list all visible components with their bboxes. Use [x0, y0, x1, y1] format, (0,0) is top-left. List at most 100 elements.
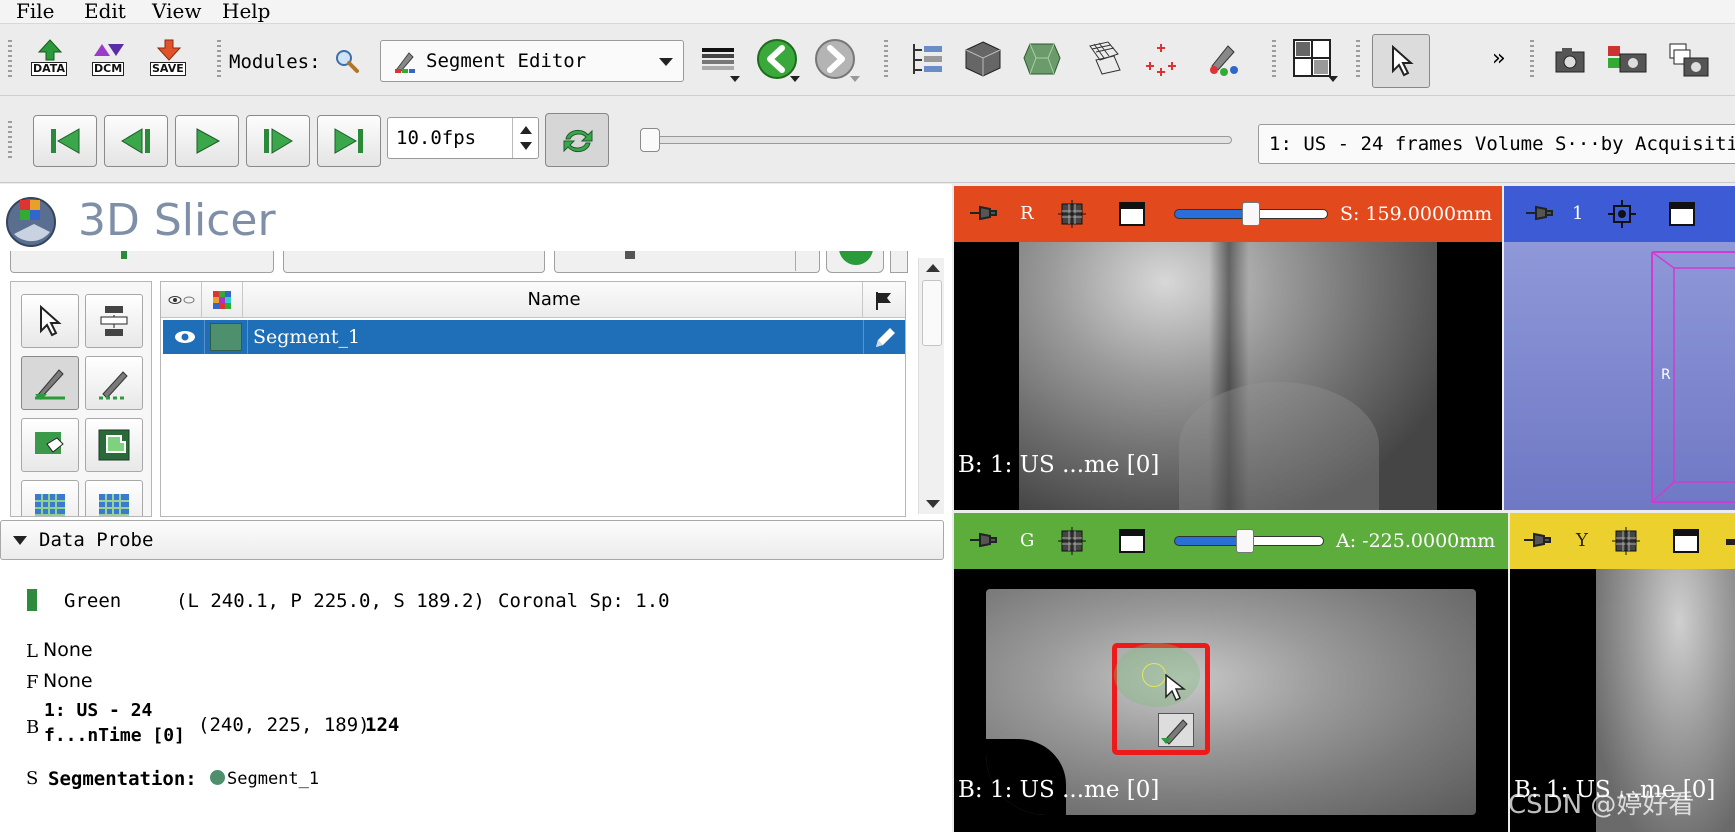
segment-name[interactable]: Segment_1	[253, 320, 360, 354]
spin-buttons[interactable]	[512, 118, 538, 158]
toolbar-grip[interactable]	[1272, 40, 1276, 80]
pin-icon[interactable]	[968, 203, 998, 223]
green-slice-slider-handle[interactable]	[1236, 529, 1254, 553]
forward-arrow-icon[interactable]	[814, 38, 856, 80]
back-arrow-icon[interactable]	[756, 38, 798, 80]
slicer-logo-icon	[6, 197, 56, 247]
red-slice-view[interactable]: B: 1: US ...me [0]	[954, 242, 1502, 510]
segment-editor-toolbar-icon[interactable]	[1206, 40, 1242, 78]
center-view-icon[interactable]	[1608, 200, 1636, 228]
toolbar-grip[interactable]	[8, 40, 12, 80]
frame-slider-handle[interactable]	[640, 128, 660, 152]
screenshot-camera-icon[interactable]	[1554, 44, 1586, 76]
menu-view[interactable]: View	[152, 0, 201, 22]
window-level-icon[interactable]	[700, 44, 736, 80]
eye-visible-icon[interactable]	[173, 329, 197, 345]
sequence-browser-selector[interactable]: 1: US - 24 frames Volume S···by Acquisit…	[1258, 124, 1735, 164]
flag-status-icon[interactable]	[873, 290, 895, 312]
next-frame-button[interactable]	[246, 115, 310, 167]
menu-help[interactable]: Help	[222, 0, 270, 22]
playback-rate-spinbox[interactable]: 10.0fps	[387, 117, 539, 159]
dicom-button[interactable]: DCM	[86, 36, 132, 86]
effect-erase-button[interactable]	[21, 418, 79, 472]
segment-row[interactable]: Segment_1	[163, 320, 905, 354]
segment-color-swatch[interactable]	[210, 323, 242, 351]
menu-file[interactable]: File	[16, 0, 55, 22]
threed-orientation-label: R	[1661, 367, 1671, 383]
save-button[interactable]: SAVE	[146, 36, 192, 86]
more-tools-button[interactable]: »	[1492, 44, 1505, 74]
layer-visibility-icon[interactable]	[1058, 527, 1086, 555]
show-3d-icon	[625, 251, 635, 259]
scroll-thumb[interactable]	[922, 280, 942, 346]
layer-visibility-icon[interactable]	[1058, 200, 1086, 228]
threed-view-letter: 1	[1572, 203, 1584, 224]
toolbar-grip[interactable]	[884, 40, 888, 80]
step-forward-icon	[264, 128, 293, 154]
chevron-down-icon[interactable]	[1328, 76, 1338, 82]
scroll-up-icon[interactable]	[926, 264, 940, 272]
effect-draw-button[interactable]	[85, 356, 143, 410]
red-slice-slider-handle[interactable]	[1242, 202, 1260, 226]
slider-edge[interactable]	[1726, 539, 1735, 545]
volumes-cube-icon[interactable]	[964, 40, 1002, 78]
threed-view[interactable]: R	[1504, 242, 1735, 510]
visibility-column-header[interactable]	[161, 282, 202, 318]
data-tree-icon[interactable]	[908, 40, 944, 78]
remove-segment-button-cut[interactable]	[283, 251, 545, 273]
scene-views-camera-icon[interactable]	[1668, 42, 1710, 82]
scroll-down-icon[interactable]	[926, 500, 940, 508]
sequence-toolbar: 10.0fps 1: US - 24 frames Volume S···by …	[0, 97, 1735, 183]
maximize-view-icon[interactable]	[1118, 527, 1146, 555]
data-probe-collapsible[interactable]: Data Probe	[0, 520, 944, 560]
chevron-down-icon[interactable]	[730, 76, 740, 82]
show-3d-button-cut[interactable]	[554, 251, 820, 273]
brush-circle-cursor	[1142, 663, 1166, 687]
green-slice-offset-value: A: -225.0000mm	[1336, 530, 1496, 552]
effect-grow-from-seeds-button[interactable]	[21, 480, 79, 516]
previous-frame-button[interactable]	[104, 115, 168, 167]
probe-orientation-spacing: Coronal Sp: 1.0	[498, 590, 670, 612]
scene-view-camera-icon[interactable]	[1606, 42, 1648, 78]
effect-paint-button[interactable]	[21, 356, 79, 410]
effect-none-button[interactable]	[21, 294, 79, 348]
edit-pencil-icon[interactable]	[873, 326, 897, 350]
threshold-icon	[100, 306, 128, 336]
toolbar-grip[interactable]	[8, 121, 12, 161]
toolbar-grip[interactable]	[217, 40, 221, 80]
frame-slider-track[interactable]	[648, 136, 1232, 144]
menu-edit[interactable]: Edit	[84, 0, 126, 22]
chevron-down-icon[interactable]	[790, 76, 800, 82]
maximize-view-icon[interactable]	[1668, 200, 1696, 228]
module-selector[interactable]: Segment Editor	[380, 40, 684, 82]
pin-icon[interactable]	[1524, 203, 1554, 223]
green-slice-view[interactable]: B: 1: US ...me [0]	[954, 569, 1508, 832]
select-mode-button[interactable]	[1372, 34, 1430, 88]
maximize-view-icon[interactable]	[1672, 527, 1700, 555]
name-column-header[interactable]: Name	[246, 282, 862, 318]
module-search-icon[interactable]	[334, 48, 360, 74]
color-column-header[interactable]	[202, 282, 243, 318]
loop-toggle-button[interactable]	[545, 113, 609, 167]
effect-threshold-button[interactable]	[85, 294, 143, 348]
redo-button-cut[interactable]	[890, 251, 908, 273]
effect-level-tracing-button[interactable]	[85, 418, 143, 472]
models-gem-icon[interactable]	[1022, 40, 1062, 78]
panel-scrollbar[interactable]	[918, 258, 944, 514]
layer-visibility-icon[interactable]	[1612, 527, 1640, 555]
toolbar-grip[interactable]	[1356, 40, 1360, 80]
last-frame-button[interactable]	[317, 115, 381, 167]
first-frame-button[interactable]	[33, 115, 97, 167]
maximize-view-icon[interactable]	[1118, 200, 1146, 228]
transforms-grid-icon[interactable]	[1086, 40, 1122, 78]
pin-icon[interactable]	[968, 530, 998, 550]
segmentation-selector-cut[interactable]	[10, 251, 274, 273]
markups-points-icon[interactable]	[1142, 40, 1180, 78]
undo-button-cut[interactable]	[826, 251, 884, 273]
layout-grid-icon[interactable]	[1292, 38, 1332, 78]
load-data-button[interactable]: DATA	[27, 36, 73, 86]
play-button[interactable]	[175, 115, 239, 167]
toolbar-grip[interactable]	[1530, 40, 1534, 80]
pin-icon[interactable]	[1522, 530, 1552, 550]
effect-fill-between-slices-button[interactable]	[85, 480, 143, 516]
